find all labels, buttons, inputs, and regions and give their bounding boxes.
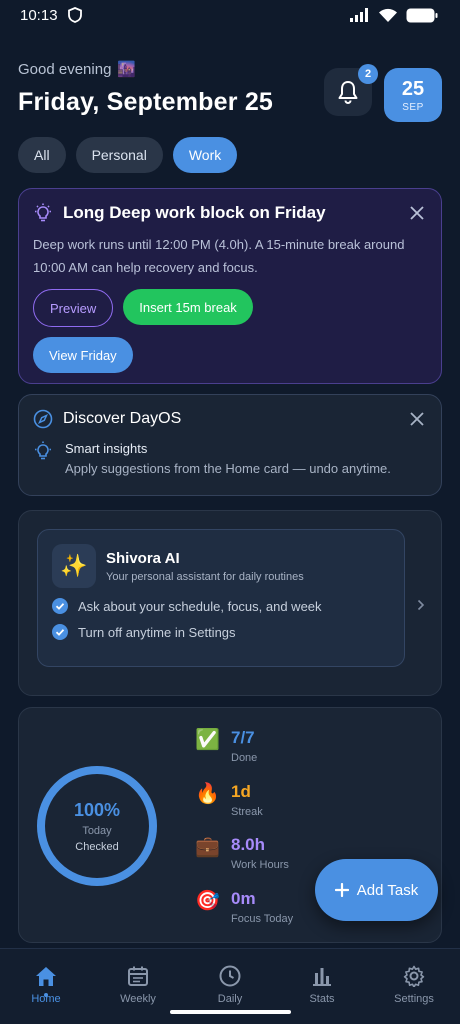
ai-point-text: Ask about your schedule, focus, and week [78, 598, 322, 614]
progress-label-checked: Checked [75, 840, 119, 853]
view-friday-button[interactable]: View Friday [33, 337, 133, 373]
filter-chips: All Personal Work [18, 137, 238, 173]
tab-label: Settings [394, 993, 434, 1005]
preview-button[interactable]: Preview [33, 289, 114, 327]
chevron-right-icon[interactable] [417, 599, 425, 611]
add-task-label: Add Task [356, 881, 419, 899]
tab-label: Stats [309, 993, 335, 1005]
view-friday-button-label: View Friday [49, 347, 117, 363]
tab-settings[interactable]: Settings [368, 949, 460, 1024]
stat-value: 8.0h [231, 835, 266, 854]
tab-label: Weekly [120, 993, 156, 1005]
insight-title: Long Deep work block on Friday [63, 203, 326, 222]
filter-chip-work[interactable]: Work [172, 137, 238, 173]
filter-chip-all[interactable]: All [18, 137, 66, 173]
check-circle-icon [52, 598, 68, 614]
stat-label: Done [231, 752, 258, 764]
lightbulb-icon [35, 441, 51, 460]
calendar-icon [128, 966, 148, 986]
page-title: Friday, September 25 [18, 88, 274, 116]
discover-card: Discover DayOS Smart insights Apply sugg… [18, 394, 442, 496]
fire-icon: 🔥 [195, 783, 220, 805]
insight-card: Long Deep work block on Friday Deep work… [18, 188, 442, 384]
lightbulb-icon [35, 203, 51, 222]
stat-label: Streak [231, 806, 263, 818]
home-indicator [170, 1010, 291, 1014]
date-chip[interactable]: 25 SEP [384, 68, 442, 122]
plus-icon [334, 883, 349, 897]
close-icon[interactable] [409, 411, 425, 427]
signal-icon [350, 8, 368, 22]
battery-icon [406, 8, 438, 22]
sparkles-icon: ✨ [52, 544, 96, 588]
target-icon: 🎯 [195, 890, 220, 912]
tab-home[interactable]: Home [0, 949, 92, 1024]
filter-chip-label: Work [188, 147, 222, 163]
briefcase-icon: 💼 [195, 836, 220, 858]
stat-work-hours: 💼 8.0h Work Hours [195, 835, 289, 871]
progress-percent: 100% [73, 799, 121, 820]
date-chip-day: 25 [401, 77, 425, 100]
ai-card[interactable]: ✨ Shivora AI Your personal assistant for… [18, 510, 442, 696]
shield-status-icon [67, 7, 82, 23]
preview-button-label: Preview [50, 300, 97, 316]
stat-streak: 🔥 1d Streak [195, 782, 263, 818]
ai-name: Shivora AI [106, 549, 180, 567]
active-tab-dot [44, 993, 48, 997]
notification-badge: 2 [358, 64, 378, 84]
status-bar: 10:13 [0, 0, 460, 30]
ai-tagline: Your personal assistant for daily routin… [106, 570, 304, 583]
date-chip-month: SEP [402, 101, 424, 113]
ai-point: Ask about your schedule, focus, and week [52, 598, 390, 614]
stat-done: ✅ 7/7 Done [195, 728, 257, 764]
check-circle-icon [52, 624, 68, 640]
filter-chip-label: All [34, 147, 50, 163]
bar-chart-icon [313, 968, 331, 986]
discover-title: Discover DayOS [63, 410, 182, 427]
stat-value: 7/7 [231, 728, 255, 747]
greeting-text: Good evening [18, 60, 112, 78]
discover-subtitle: Smart insights [65, 441, 148, 456]
compass-icon [33, 409, 53, 429]
ai-point-text: Turn off anytime in Settings [78, 624, 236, 640]
gear-icon [403, 965, 425, 987]
close-icon[interactable] [409, 205, 425, 221]
clock-icon [219, 965, 241, 987]
discover-body: Apply suggestions from the Home card — u… [65, 461, 391, 476]
header: Good evening 🌆 Friday, September 25 2 25… [18, 60, 442, 130]
progress-label-today: Today [82, 824, 112, 837]
greeting-emoji: 🌆 [117, 61, 137, 78]
ai-point: Turn off anytime in Settings [52, 624, 390, 640]
filter-chip-personal[interactable]: Personal [75, 137, 163, 173]
insert-break-button-label: Insert 15m break [139, 299, 237, 315]
status-time: 10:13 [20, 6, 58, 24]
bell-icon [338, 81, 358, 104]
stat-value: 0m [231, 889, 256, 908]
progress-ring: 100% Today Checked [35, 764, 159, 888]
add-task-button[interactable]: Add Task [315, 859, 438, 921]
notifications-button[interactable]: 2 [324, 64, 378, 116]
home-icon [36, 967, 56, 986]
wifi-icon [379, 8, 397, 22]
filter-chip-label: Personal [91, 147, 147, 163]
insert-break-button[interactable]: Insert 15m break [123, 289, 253, 325]
tab-label: Daily [217, 993, 243, 1005]
insight-body: Deep work runs until 12:00 PM (4.0h). A … [33, 237, 405, 275]
stat-label: Focus Today [231, 913, 294, 925]
stat-value: 1d [231, 782, 251, 801]
stat-focus-today: 🎯 0m Focus Today [195, 889, 293, 925]
check-box-icon: ✅ [195, 729, 220, 751]
greeting: Good evening 🌆 [18, 60, 442, 79]
stat-label: Work Hours [231, 859, 289, 871]
ai-card-inner: ✨ Shivora AI Your personal assistant for… [37, 529, 405, 667]
